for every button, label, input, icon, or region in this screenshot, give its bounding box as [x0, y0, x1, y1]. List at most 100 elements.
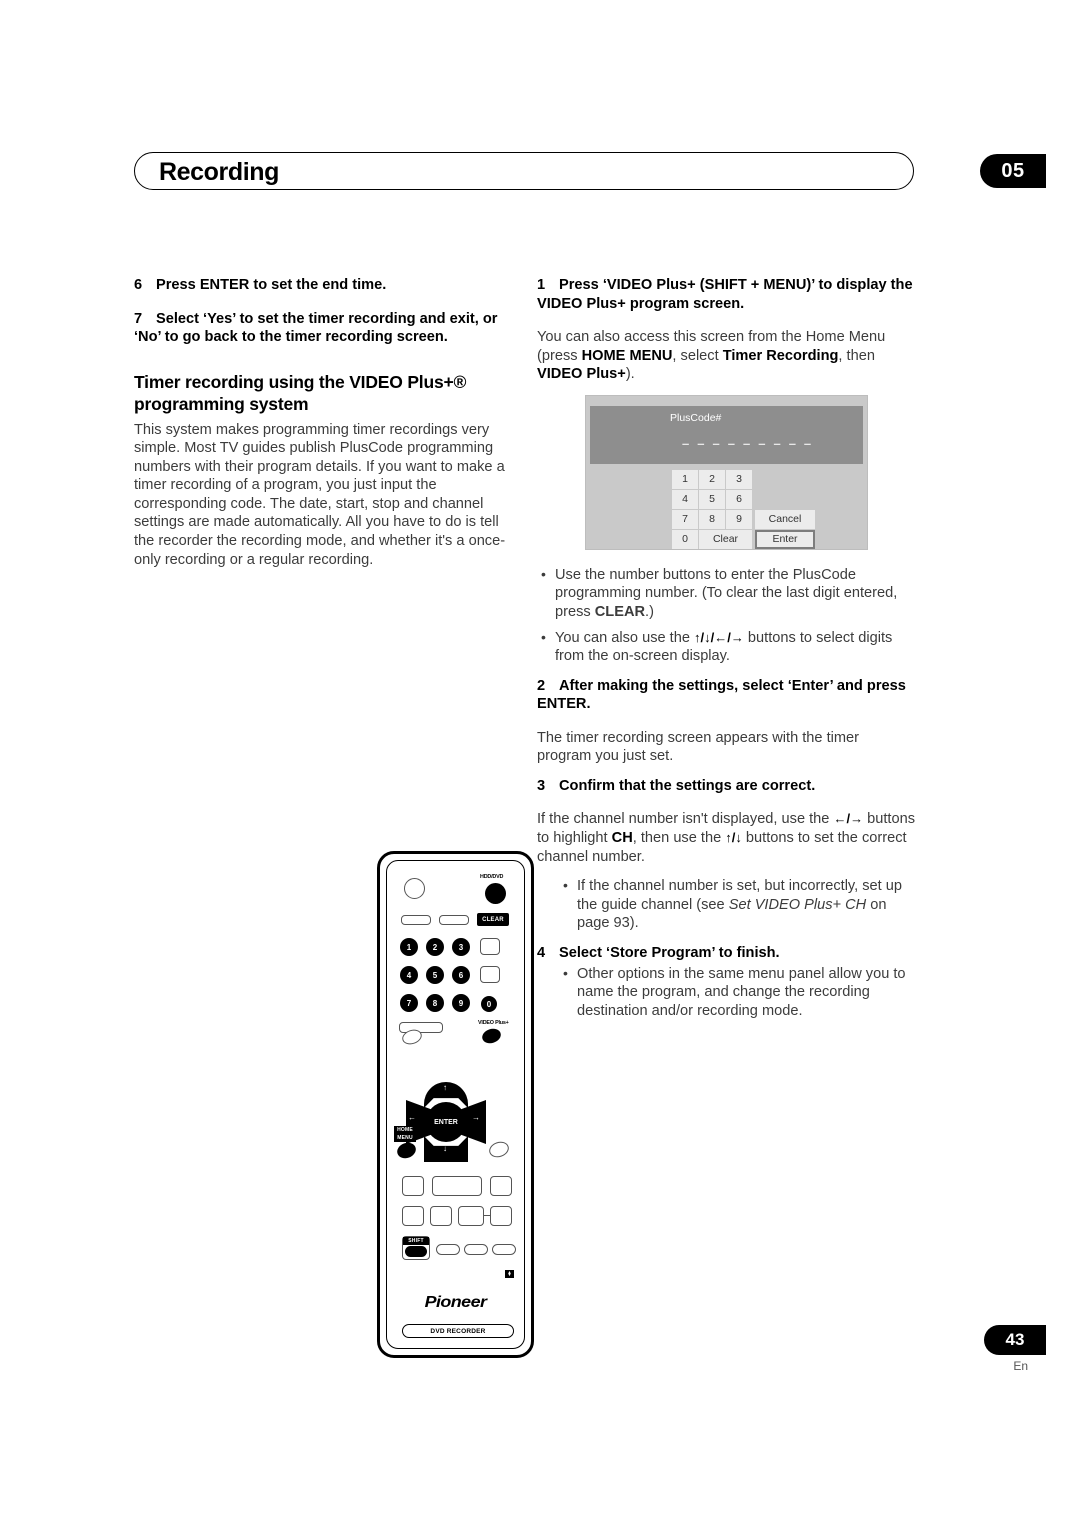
pluscode-cancel-button[interactable]: Cancel: [755, 509, 815, 529]
pluscode-keypad: 1 2 3 4 5 6 7 8 9 Cancel 0 Clear Enter: [672, 469, 816, 550]
pluscode-key-6[interactable]: 6: [726, 489, 752, 509]
bullet-number-buttons-text2: .): [645, 603, 654, 620]
step-6-text: Press ENTER to set the end time.: [156, 277, 387, 293]
step-7-number: 7: [134, 310, 143, 327]
button-connector-line: [484, 1215, 490, 1217]
remote-key-3: 3: [452, 938, 470, 956]
step-1-heading: Press ‘VIDEO Plus+ (SHIFT + MENU)’ to di…: [537, 277, 913, 312]
remote-key-1: 1: [400, 938, 418, 956]
page-header: Recording 05: [134, 152, 1046, 194]
step-7-text: Select ‘Yes’ to set the timer recording …: [134, 310, 498, 346]
step-6-number: 6: [134, 277, 143, 293]
pluscode-key-5[interactable]: 5: [699, 489, 725, 509]
enter-button: ENTER: [426, 1102, 466, 1142]
remote-key-5: 5: [426, 966, 444, 984]
step-3-ch-keyword: CH: [611, 830, 633, 847]
step-2-body: The timer recording screen appears with …: [537, 729, 860, 765]
blank-button-d: [480, 966, 500, 983]
remote-key-0: 0: [481, 996, 497, 1012]
video-plus-label: VIDEO Plus+: [478, 1020, 509, 1026]
soft-button-a: [436, 1244, 460, 1255]
step-4-heading: Select ‘Store Program’ to finish.: [559, 945, 780, 961]
left-column: 6 Press ENTER to set the end time. 7 Selec…: [134, 276, 534, 1358]
step-1: 1 Press ‘VIDEO Plus+ (SHIFT + MENU)’ to d…: [537, 276, 917, 313]
pluscode-osd-header: PlusCode# – – – – – – – – –: [590, 405, 863, 464]
hdd-dvd-label: HDD/DVD: [480, 874, 504, 880]
lower-button-f: [490, 1206, 512, 1226]
pluscode-key-9[interactable]: 9: [726, 509, 752, 529]
step-3-heading: Confirm that the settings are correct.: [559, 777, 816, 794]
bullet-clear-keyword: CLEAR: [594, 603, 646, 620]
step-6: 6 Press ENTER to set the end time.: [134, 276, 514, 295]
lower-button-d: [430, 1206, 452, 1226]
section-body: This system makes programming timer reco…: [134, 421, 506, 568]
blank-button-a: [401, 915, 431, 925]
pluscode-key-2[interactable]: 2: [699, 469, 725, 489]
step-1-body-part2: , select: [672, 347, 723, 364]
step-1-home-menu: HOME MENU: [581, 347, 673, 364]
step-3-number: 3: [537, 777, 546, 794]
step-1-timer-recording: Timer Recording: [722, 347, 839, 364]
step-1-body: You can also access this screen from the…: [537, 328, 917, 384]
bullet-other-options: Other options in the same menu panel all…: [559, 964, 917, 1021]
power-button: [404, 878, 425, 899]
step-1-body-part3: , then: [838, 347, 875, 364]
step-1-number: 1: [537, 277, 546, 293]
lower-button-b: [490, 1176, 512, 1196]
bullet-arrow-text1: You can also use the: [555, 629, 695, 646]
pluscode-osd-screen: PlusCode# – – – – – – – – – 1 2 3 4 5 6 …: [585, 394, 868, 550]
home-menu-label-bottom: MENU: [394, 1134, 416, 1142]
lower-button-a: [402, 1176, 424, 1196]
step-2-heading: After making the settings, select ‘Enter…: [537, 677, 906, 713]
header-bar: Recording: [134, 152, 914, 190]
page-title: Recording: [159, 158, 280, 186]
dpad-up-arrow-icon: ↑: [443, 1083, 447, 1092]
pluscode-key-7[interactable]: 7: [672, 509, 698, 529]
right-column: 1 Press ‘VIDEO Plus+ (SHIFT + MENU)’ to d…: [537, 276, 917, 1031]
step-3-body-part3: , then use the: [632, 830, 726, 847]
left-right-arrow-icon: ←/→: [833, 811, 864, 827]
clear-button: CLEAR: [477, 913, 509, 926]
pluscode-key-1[interactable]: 1: [672, 469, 698, 489]
shift-label: SHIFT: [403, 1237, 429, 1245]
soft-button-c: [492, 1244, 516, 1255]
pluscode-key-4[interactable]: 4: [672, 489, 698, 509]
play-button: [432, 1176, 482, 1196]
remote-key-8: 8: [426, 994, 444, 1012]
step-4-number: 4: [537, 945, 546, 961]
bullet-guide-reference: Set VIDEO Plus+ CH: [728, 896, 867, 913]
pluscode-keypad-row-3: 7 8 9 Cancel: [672, 509, 816, 530]
step-1-video-plus: VIDEO Plus+: [537, 366, 626, 383]
pluscode-keypad-row-2: 4 5 6: [672, 489, 816, 510]
pluscode-enter-button[interactable]: Enter: [755, 529, 815, 549]
bullet-arrow-buttons: You can also use the ↑/↓/←/→ buttons to …: [537, 628, 917, 666]
pluscode-clear-button[interactable]: Clear: [699, 529, 752, 549]
step-3: 3 Confirm that the settings are correct.: [537, 777, 917, 796]
dpad-control: ↑ ↓ ← → ENTER: [406, 1082, 486, 1162]
step-1-bullets: Use the number buttons to enter the Plus…: [537, 565, 917, 666]
pluscode-key-8[interactable]: 8: [699, 509, 725, 529]
pluscode-key-0[interactable]: 0: [672, 529, 698, 549]
pluscode-key-3[interactable]: 3: [726, 469, 752, 489]
pluscode-keypad-row-1: 1 2 3: [672, 469, 816, 490]
dpad-down-arrow-icon: ↓: [443, 1144, 447, 1153]
bullet-guide-channel: If the channel number is set, but incorr…: [559, 876, 917, 933]
step-7: 7 Select ‘Yes’ to set the timer recording…: [134, 310, 514, 347]
pluscode-entry-field: – – – – – – – – –: [682, 435, 814, 451]
page-language-code: En: [1013, 1359, 1028, 1373]
step-3-body: If the channel number isn't displayed, u…: [537, 810, 917, 866]
step-4-bullets: Other options in the same menu panel all…: [559, 964, 917, 1021]
lower-button-e: [458, 1206, 484, 1226]
shift-key: [405, 1246, 427, 1257]
section-heading: Timer recording using the VIDEO Plus+® p…: [134, 371, 467, 414]
pluscode-keypad-row-4: 0 Clear Enter: [672, 529, 816, 550]
step-3-bullets: If the channel number is set, but incorr…: [559, 876, 917, 933]
remote-key-4: 4: [400, 966, 418, 984]
home-menu-label-top: HOME: [394, 1126, 416, 1134]
dvd-recorder-label: DVD RECORDER: [402, 1324, 514, 1338]
page-number-badge: 43: [984, 1325, 1046, 1355]
arrow-keys-icon: ↑/↓/←/→: [694, 629, 744, 645]
remote-key-7: 7: [400, 994, 418, 1012]
up-down-arrow-icon: ↑/↓: [725, 830, 742, 846]
bullet-number-buttons: Use the number buttons to enter the Plus…: [537, 565, 917, 622]
